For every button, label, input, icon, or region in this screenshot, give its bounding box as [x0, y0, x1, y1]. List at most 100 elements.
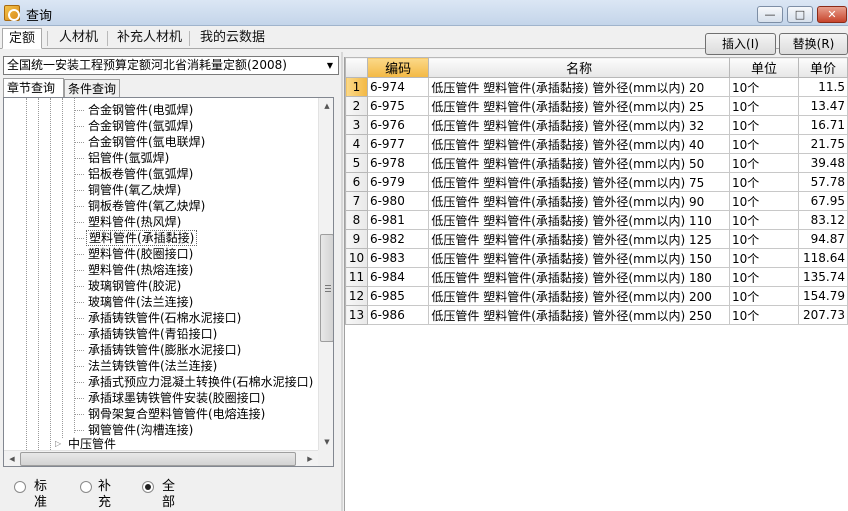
table-row[interactable]: 10 6-983 低压管件 塑料管件(承插黏接) 管外径(mm以内) 150 10个 1… — [345, 248, 848, 268]
unit-cell[interactable]: 10个 — [728, 305, 800, 325]
radio-all[interactable] — [142, 481, 154, 493]
row-number-cell[interactable]: 9 — [345, 229, 368, 249]
row-number-cell[interactable]: 3 — [345, 115, 368, 135]
unit-cell[interactable]: 10个 — [728, 229, 800, 249]
header-code[interactable]: 编码 — [366, 57, 430, 78]
radio-standard[interactable] — [14, 481, 26, 493]
tree-item[interactable]: 塑料管件(热风焊) — [86, 214, 183, 230]
tree-item[interactable]: 玻璃管件(法兰连接) — [86, 294, 195, 310]
tree-item[interactable]: 铝板卷管件(氩弧焊) — [86, 166, 195, 182]
tree-item[interactable]: 合金钢管件(电弧焊) — [86, 102, 195, 118]
tab-labor-material-machine[interactable]: 人材机 — [53, 28, 104, 49]
price-cell[interactable]: 94.87 — [798, 229, 848, 249]
table-row[interactable]: 7 6-980 低压管件 塑料管件(承插黏接) 管外径(mm以内) 90 10个 67.… — [345, 191, 848, 211]
tree-item[interactable]: 法兰铸铁管件(法兰连接) — [86, 358, 219, 374]
close-button[interactable]: ✕ — [817, 6, 847, 23]
unit-cell[interactable]: 10个 — [728, 172, 800, 192]
row-number-cell[interactable]: 10 — [345, 248, 368, 268]
radio-all-label[interactable]: 全部 — [162, 479, 175, 511]
panel-splitter[interactable] — [341, 52, 343, 511]
name-cell[interactable]: 低压管件 塑料管件(承插黏接) 管外径(mm以内) 40 — [428, 134, 730, 154]
table-row[interactable]: 11 6-984 低压管件 塑料管件(承插黏接) 管外径(mm以内) 180 10个 1… — [345, 267, 848, 287]
unit-cell[interactable]: 10个 — [728, 77, 800, 97]
tab-condition-query[interactable]: 条件查询 — [64, 79, 120, 98]
tree-item[interactable]: 钢骨架复合塑料管管件(电熔连接) — [86, 406, 267, 422]
radio-supplement[interactable] — [80, 481, 92, 493]
replace-button[interactable]: 替换(R) — [779, 33, 848, 55]
name-cell[interactable]: 低压管件 塑料管件(承插黏接) 管外径(mm以内) 75 — [428, 172, 730, 192]
row-number-cell[interactable]: 6 — [345, 172, 368, 192]
tree-horizontal-scrollbar[interactable]: ◀ ▶ — [4, 450, 318, 466]
name-cell[interactable]: 低压管件 塑料管件(承插黏接) 管外径(mm以内) 150 — [428, 248, 730, 268]
tree-item[interactable]: 铜管件(氧乙炔焊) — [86, 182, 183, 198]
tree-item[interactable]: 铜板卷管件(氧乙炔焊) — [86, 198, 207, 214]
unit-cell[interactable]: 10个 — [728, 210, 800, 230]
row-number-cell[interactable]: 2 — [345, 96, 368, 116]
price-cell[interactable]: 118.64 — [798, 248, 848, 268]
name-cell[interactable]: 低压管件 塑料管件(承插黏接) 管外径(mm以内) 200 — [428, 286, 730, 306]
row-number-cell[interactable]: 5 — [345, 153, 368, 173]
header-name[interactable]: 名称 — [428, 57, 730, 78]
table-row[interactable]: 1 6-974 低压管件 塑料管件(承插黏接) 管外径(mm以内) 20 10个 11.… — [345, 77, 848, 97]
chevron-down-icon[interactable]: ▼ — [322, 57, 338, 74]
price-cell[interactable]: 39.48 — [798, 153, 848, 173]
unit-cell[interactable]: 10个 — [728, 267, 800, 287]
table-row[interactable]: 12 6-985 低压管件 塑料管件(承插黏接) 管外径(mm以内) 200 10个 1… — [345, 286, 848, 306]
name-cell[interactable]: 低压管件 塑料管件(承插黏接) 管外径(mm以内) 180 — [428, 267, 730, 287]
name-cell[interactable]: 低压管件 塑料管件(承插黏接) 管外径(mm以内) 20 — [428, 77, 730, 97]
code-cell[interactable]: 6-982 — [366, 229, 430, 249]
price-cell[interactable]: 135.74 — [798, 267, 848, 287]
scroll-thumb-horizontal[interactable] — [20, 452, 296, 466]
unit-cell[interactable]: 10个 — [728, 134, 800, 154]
radio-standard-label[interactable]: 标准 — [34, 479, 47, 511]
table-row[interactable]: 6 6-979 低压管件 塑料管件(承插黏接) 管外径(mm以内) 75 10个 57.… — [345, 172, 848, 192]
unit-cell[interactable]: 10个 — [728, 96, 800, 116]
scroll-up-icon[interactable]: ▲ — [319, 98, 333, 114]
insert-button[interactable]: 插入(I) — [705, 33, 776, 55]
tab-quota[interactable]: 定额 — [2, 28, 43, 49]
scroll-down-icon[interactable]: ▼ — [319, 434, 333, 450]
quota-library-select[interactable]: 全国统一安装工程预算定额河北省消耗量定额(2008) ▼ — [3, 56, 339, 75]
row-number-cell[interactable]: 1 — [345, 77, 368, 97]
tab-chapter-query[interactable]: 章节查询 — [3, 78, 64, 98]
tree-item[interactable]: 合金钢管件(氩电联焊) — [86, 134, 207, 150]
table-row[interactable]: 13 6-986 低压管件 塑料管件(承插黏接) 管外径(mm以内) 250 10个 2… — [345, 305, 848, 325]
tree-item[interactable]: 承插式预应力混凝土转换件(石棉水泥接口) — [86, 374, 315, 390]
tree-item-selected[interactable]: 塑料管件(承插黏接) — [86, 230, 198, 246]
minimize-button[interactable]: — — [757, 6, 783, 23]
name-cell[interactable]: 低压管件 塑料管件(承插黏接) 管外径(mm以内) 25 — [428, 96, 730, 116]
tab-my-cloud-data[interactable]: 我的云数据 — [194, 28, 271, 49]
header-unit[interactable]: 单位 — [728, 57, 800, 78]
price-cell[interactable]: 11.5 — [798, 77, 848, 97]
code-cell[interactable]: 6-985 — [366, 286, 430, 306]
price-cell[interactable]: 57.78 — [798, 172, 848, 192]
code-cell[interactable]: 6-976 — [366, 115, 430, 135]
price-cell[interactable]: 21.75 — [798, 134, 848, 154]
table-row[interactable]: 2 6-975 低压管件 塑料管件(承插黏接) 管外径(mm以内) 25 10个 13.… — [345, 96, 848, 116]
unit-cell[interactable]: 10个 — [728, 286, 800, 306]
unit-cell[interactable]: 10个 — [728, 191, 800, 211]
scroll-left-icon[interactable]: ◀ — [4, 451, 20, 466]
code-cell[interactable]: 6-983 — [366, 248, 430, 268]
row-number-cell[interactable]: 4 — [345, 134, 368, 154]
tree-item[interactable]: 合金钢管件(氩弧焊) — [86, 118, 195, 134]
price-cell[interactable]: 13.47 — [798, 96, 848, 116]
price-cell[interactable]: 67.95 — [798, 191, 848, 211]
name-cell[interactable]: 低压管件 塑料管件(承插黏接) 管外径(mm以内) 90 — [428, 191, 730, 211]
table-row[interactable]: 8 6-981 低压管件 塑料管件(承插黏接) 管外径(mm以内) 110 10个 83… — [345, 210, 848, 230]
tree-item[interactable]: 玻璃钢管件(胶泥) — [86, 278, 183, 294]
code-cell[interactable]: 6-978 — [366, 153, 430, 173]
tree-item[interactable]: 承插球墨铸铁管件安装(胶圈接口) — [86, 390, 267, 406]
table-row[interactable]: 5 6-978 低压管件 塑料管件(承插黏接) 管外径(mm以内) 50 10个 39.… — [345, 153, 848, 173]
tree-item[interactable]: 承插铸铁管件(石棉水泥接口) — [86, 310, 243, 326]
code-cell[interactable]: 6-977 — [366, 134, 430, 154]
tree-item[interactable]: 塑料管件(胶圈接口) — [86, 246, 195, 262]
row-number-cell[interactable]: 8 — [345, 210, 368, 230]
row-number-cell[interactable]: 13 — [345, 305, 368, 325]
code-cell[interactable]: 6-974 — [366, 77, 430, 97]
name-cell[interactable]: 低压管件 塑料管件(承插黏接) 管外径(mm以内) 110 — [428, 210, 730, 230]
name-cell[interactable]: 低压管件 塑料管件(承插黏接) 管外径(mm以内) 32 — [428, 115, 730, 135]
scroll-thumb[interactable] — [320, 234, 333, 342]
table-row[interactable]: 4 6-977 低压管件 塑料管件(承插黏接) 管外径(mm以内) 40 10个 21.… — [345, 134, 848, 154]
tree-item[interactable]: 塑料管件(热熔连接) — [86, 262, 195, 278]
